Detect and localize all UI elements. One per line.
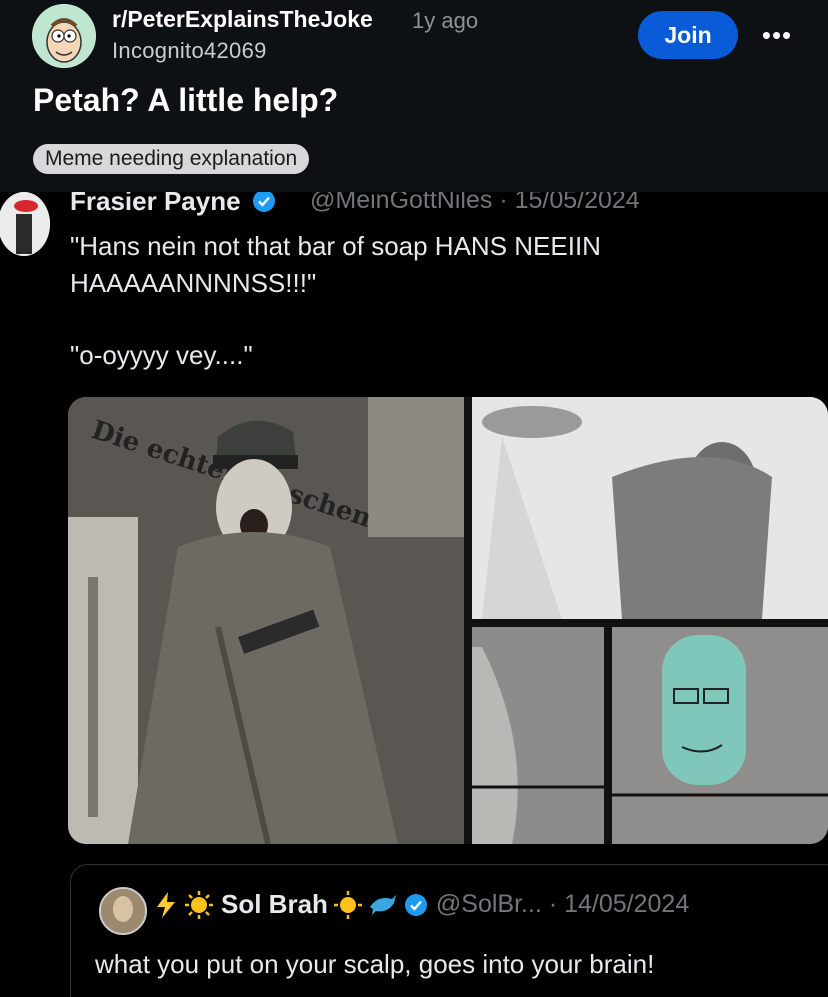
- post-age: 1y ago: [412, 8, 479, 33]
- feet-image: [472, 627, 604, 844]
- shower-image: [472, 397, 828, 619]
- tweet-text-second: "o-oyyyy vey....": [70, 340, 253, 370]
- tweet-author-name: Frasier Payne: [70, 192, 276, 217]
- tweet-handle-date: @MeinGottNiles · 15/05/2024: [310, 192, 640, 214]
- soldier-image: Die echten Duschen: [68, 397, 464, 844]
- post-title: Petah? A little help?: [33, 82, 339, 118]
- subreddit-avatar[interactable]: [32, 4, 96, 68]
- quoted-author-line: Sol Brah @SolBr... · 14/05/2024: [155, 889, 689, 920]
- quoted-handle-date: @SolBr... · 14/05/2024: [435, 890, 690, 918]
- sun-icon: [333, 890, 362, 919]
- post-flair[interactable]: Meme needing explanation: [33, 144, 310, 174]
- lightning-icon: [157, 891, 175, 918]
- tweet-author-name-text: Frasier Payne: [70, 192, 241, 216]
- quoted-tweet[interactable]: Sol Brah @SolBr... · 14/05/2024 what you…: [70, 864, 828, 997]
- post-header: r/PeterExplainsTheJoke 1y ago Incognito4…: [0, 0, 828, 192]
- verified-badge-icon: [404, 893, 427, 916]
- dolphin-icon: [369, 894, 396, 915]
- more-options-icon[interactable]: •••: [758, 16, 796, 54]
- soap-image: [612, 627, 828, 844]
- quoted-author-avatar: [99, 887, 147, 935]
- join-button[interactable]: Join: [638, 11, 738, 59]
- tweet-screenshot: Frasier Payne @MeinGottNiles · 15/05/202…: [0, 192, 828, 997]
- sun-icon: [185, 890, 213, 919]
- quoted-tweet-text: what you put on your scalp, goes into yo…: [95, 949, 655, 979]
- verified-badge-icon: [252, 192, 275, 212]
- subreddit-name[interactable]: r/PeterExplainsTheJoke: [112, 6, 373, 33]
- tweet-text: "Hans nein not that bar of soap HANS NEE…: [70, 231, 601, 298]
- quoted-author-name: Sol Brah: [221, 889, 328, 919]
- tweet-author-avatar: [0, 192, 50, 256]
- post-author[interactable]: Incognito42069: [112, 38, 267, 64]
- tweet-media-collage[interactable]: Die echten Duschen: [68, 397, 828, 844]
